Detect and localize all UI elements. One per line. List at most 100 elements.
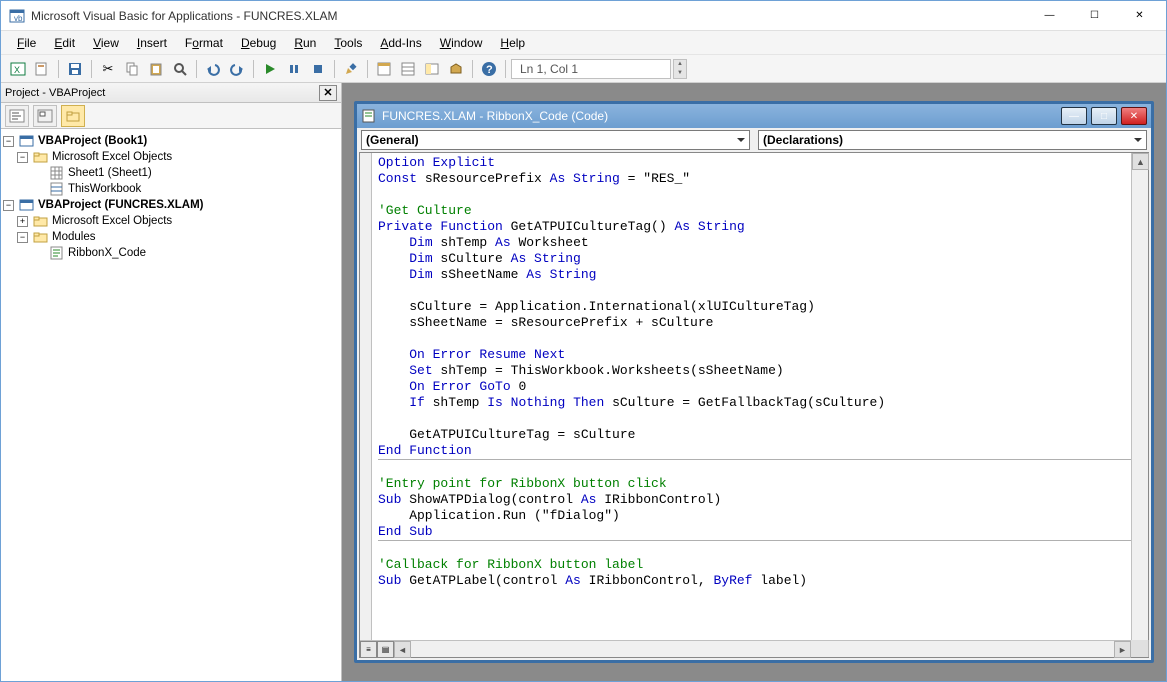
project-node[interactable]: − VBAProject (FUNCRES.XLAM) xyxy=(3,197,339,213)
code-editor[interactable]: Option Explicit Const sResourcePrefix As… xyxy=(372,153,1131,657)
project-explorer-button[interactable] xyxy=(373,58,395,80)
help-button[interactable]: ? xyxy=(478,58,500,80)
module-node[interactable]: RibbonX_Code xyxy=(3,245,339,261)
sheet-node[interactable]: Sheet1 (Sheet1) xyxy=(3,165,339,181)
menu-addins[interactable]: Add-Ins xyxy=(372,34,429,52)
margin-indicator-bar[interactable] xyxy=(360,153,372,657)
folder-label: Microsoft Excel Objects xyxy=(52,151,172,163)
toolbar-overflow[interactable]: ▲▼ xyxy=(673,59,687,79)
project-label: VBAProject (Book1) xyxy=(38,135,147,147)
menu-file[interactable]: File xyxy=(9,34,44,52)
code-area: Option Explicit Const sResourcePrefix As… xyxy=(359,152,1149,658)
menu-insert[interactable]: Insert xyxy=(129,34,175,52)
view-excel-button[interactable]: X xyxy=(7,58,29,80)
view-object-button[interactable] xyxy=(33,105,57,127)
view-code-button[interactable] xyxy=(5,105,29,127)
folder-node[interactable]: − Modules xyxy=(3,229,339,245)
sheet-label: Sheet1 (Sheet1) xyxy=(68,167,152,179)
title-bar: vb Microsoft Visual Basic for Applicatio… xyxy=(1,1,1166,31)
expand-icon[interactable]: + xyxy=(17,216,28,227)
object-combo[interactable]: (General) xyxy=(361,130,750,150)
folder-label: Modules xyxy=(52,231,95,243)
mdi-area: FUNCRES.XLAM - RibbonX_Code (Code) — □ ✕… xyxy=(342,83,1166,681)
toggle-folders-button[interactable] xyxy=(61,105,85,127)
worksheet-icon xyxy=(49,166,65,180)
collapse-icon[interactable]: − xyxy=(17,152,28,163)
procedure-view-button[interactable]: ≡ xyxy=(360,641,377,658)
break-button[interactable] xyxy=(283,58,305,80)
paste-button[interactable] xyxy=(145,58,167,80)
code-window-titlebar[interactable]: FUNCRES.XLAM - RibbonX_Code (Code) — □ ✕ xyxy=(357,104,1151,128)
maximize-button[interactable]: ☐ xyxy=(1072,2,1117,30)
collapse-icon[interactable]: − xyxy=(3,136,14,147)
menu-edit[interactable]: Edit xyxy=(46,34,83,52)
vba-app-icon: vb xyxy=(9,8,25,24)
vertical-scrollbar[interactable]: ▲ ▼ xyxy=(1131,153,1148,657)
project-tree[interactable]: − VBAProject (Book1) − Microsoft Excel O… xyxy=(1,129,341,681)
undo-button[interactable] xyxy=(202,58,224,80)
save-button[interactable] xyxy=(64,58,86,80)
folder-icon xyxy=(33,150,49,164)
horizontal-scrollbar[interactable]: ≡ ▤ ◄ ► xyxy=(360,640,1131,657)
module-icon xyxy=(49,246,65,260)
cursor-position: Ln 1, Col 1 xyxy=(511,59,671,79)
procedure-combo[interactable]: (Declarations) xyxy=(758,130,1147,150)
menu-view[interactable]: View xyxy=(85,34,127,52)
workbook-label: ThisWorkbook xyxy=(68,183,141,195)
collapse-icon[interactable]: − xyxy=(17,232,28,243)
project-explorer-header[interactable]: Project - VBAProject ✕ xyxy=(1,83,341,103)
panel-close-button[interactable]: ✕ xyxy=(319,85,337,101)
toolbar: X ✂ ? Ln 1, Col 1 ▲▼ xyxy=(1,55,1166,83)
app-title: Microsoft Visual Basic for Applications … xyxy=(31,9,1027,23)
find-button[interactable] xyxy=(169,58,191,80)
scroll-up-icon[interactable]: ▲ xyxy=(1132,153,1149,170)
menu-window[interactable]: Window xyxy=(432,34,491,52)
child-maximize-button[interactable]: □ xyxy=(1091,107,1117,125)
project-node[interactable]: − VBAProject (Book1) xyxy=(3,133,339,149)
run-button[interactable] xyxy=(259,58,281,80)
folder-label: Microsoft Excel Objects xyxy=(52,215,172,227)
scroll-left-icon[interactable]: ◄ xyxy=(394,641,411,658)
object-browser-button[interactable] xyxy=(421,58,443,80)
module-label: RibbonX_Code xyxy=(68,247,146,259)
full-module-view-button[interactable]: ▤ xyxy=(377,641,394,658)
workbook-icon xyxy=(49,182,65,196)
svg-text:X: X xyxy=(14,65,20,75)
menu-format[interactable]: Format xyxy=(177,34,231,52)
folder-node[interactable]: + Microsoft Excel Objects xyxy=(3,213,339,229)
reset-button[interactable] xyxy=(307,58,329,80)
client-area: Project - VBAProject ✕ − VBAProject (Boo… xyxy=(1,83,1166,681)
module-icon xyxy=(361,108,377,124)
scroll-right-icon[interactable]: ► xyxy=(1114,641,1131,658)
collapse-icon[interactable]: − xyxy=(3,200,14,211)
menu-help[interactable]: Help xyxy=(492,34,533,52)
close-button[interactable]: ✕ xyxy=(1117,2,1162,30)
vbaproject-icon xyxy=(19,198,35,212)
scroll-corner xyxy=(1131,640,1148,657)
menu-tools[interactable]: Tools xyxy=(326,34,370,52)
code-combos: (General) (Declarations) xyxy=(357,128,1151,152)
folder-icon xyxy=(33,214,49,228)
vbaproject-icon xyxy=(19,134,35,148)
project-toolbar xyxy=(1,103,341,129)
minimize-button[interactable]: — xyxy=(1027,2,1072,30)
redo-button[interactable] xyxy=(226,58,248,80)
copy-button[interactable] xyxy=(121,58,143,80)
code-window: FUNCRES.XLAM - RibbonX_Code (Code) — □ ✕… xyxy=(354,101,1154,663)
code-window-title: FUNCRES.XLAM - RibbonX_Code (Code) xyxy=(382,109,1061,123)
menu-run[interactable]: Run xyxy=(286,34,324,52)
project-label: VBAProject (FUNCRES.XLAM) xyxy=(38,199,203,211)
svg-text:?: ? xyxy=(486,64,493,76)
toolbox-button[interactable] xyxy=(445,58,467,80)
project-explorer: Project - VBAProject ✕ − VBAProject (Boo… xyxy=(1,83,342,681)
panel-title: Project - VBAProject xyxy=(5,87,319,99)
cut-button[interactable]: ✂ xyxy=(97,58,119,80)
design-mode-button[interactable] xyxy=(340,58,362,80)
properties-button[interactable] xyxy=(397,58,419,80)
insert-module-button[interactable] xyxy=(31,58,53,80)
child-close-button[interactable]: ✕ xyxy=(1121,107,1147,125)
menu-debug[interactable]: Debug xyxy=(233,34,284,52)
folder-node[interactable]: − Microsoft Excel Objects xyxy=(3,149,339,165)
child-minimize-button[interactable]: — xyxy=(1061,107,1087,125)
workbook-node[interactable]: ThisWorkbook xyxy=(3,181,339,197)
